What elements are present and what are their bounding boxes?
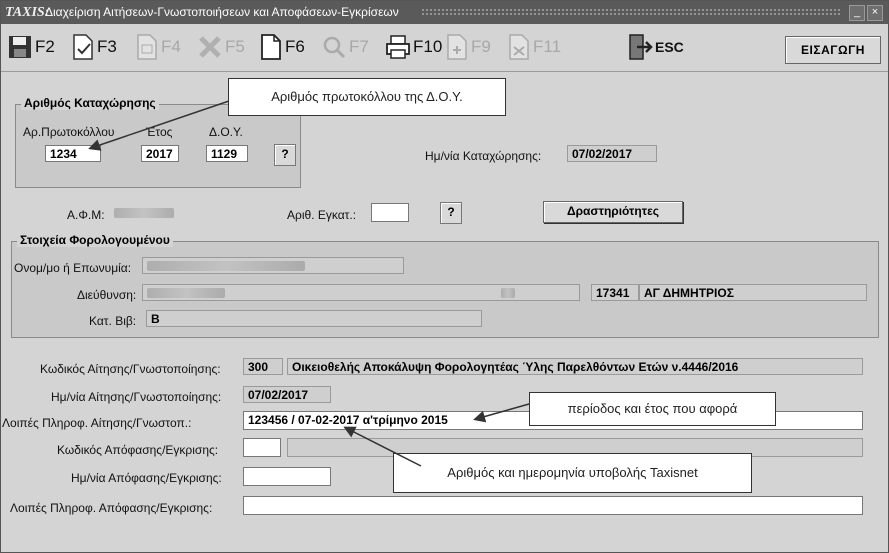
application-window: TAXIS: Διαχείριση Αιτήσεων-Γνωστοποιήσεω… bbox=[0, 0, 889, 553]
taxisnet-arrow bbox=[343, 426, 422, 467]
annotation-arrows bbox=[88, 100, 530, 467]
period-arrow bbox=[473, 403, 530, 423]
protocol-arrow bbox=[88, 100, 230, 151]
